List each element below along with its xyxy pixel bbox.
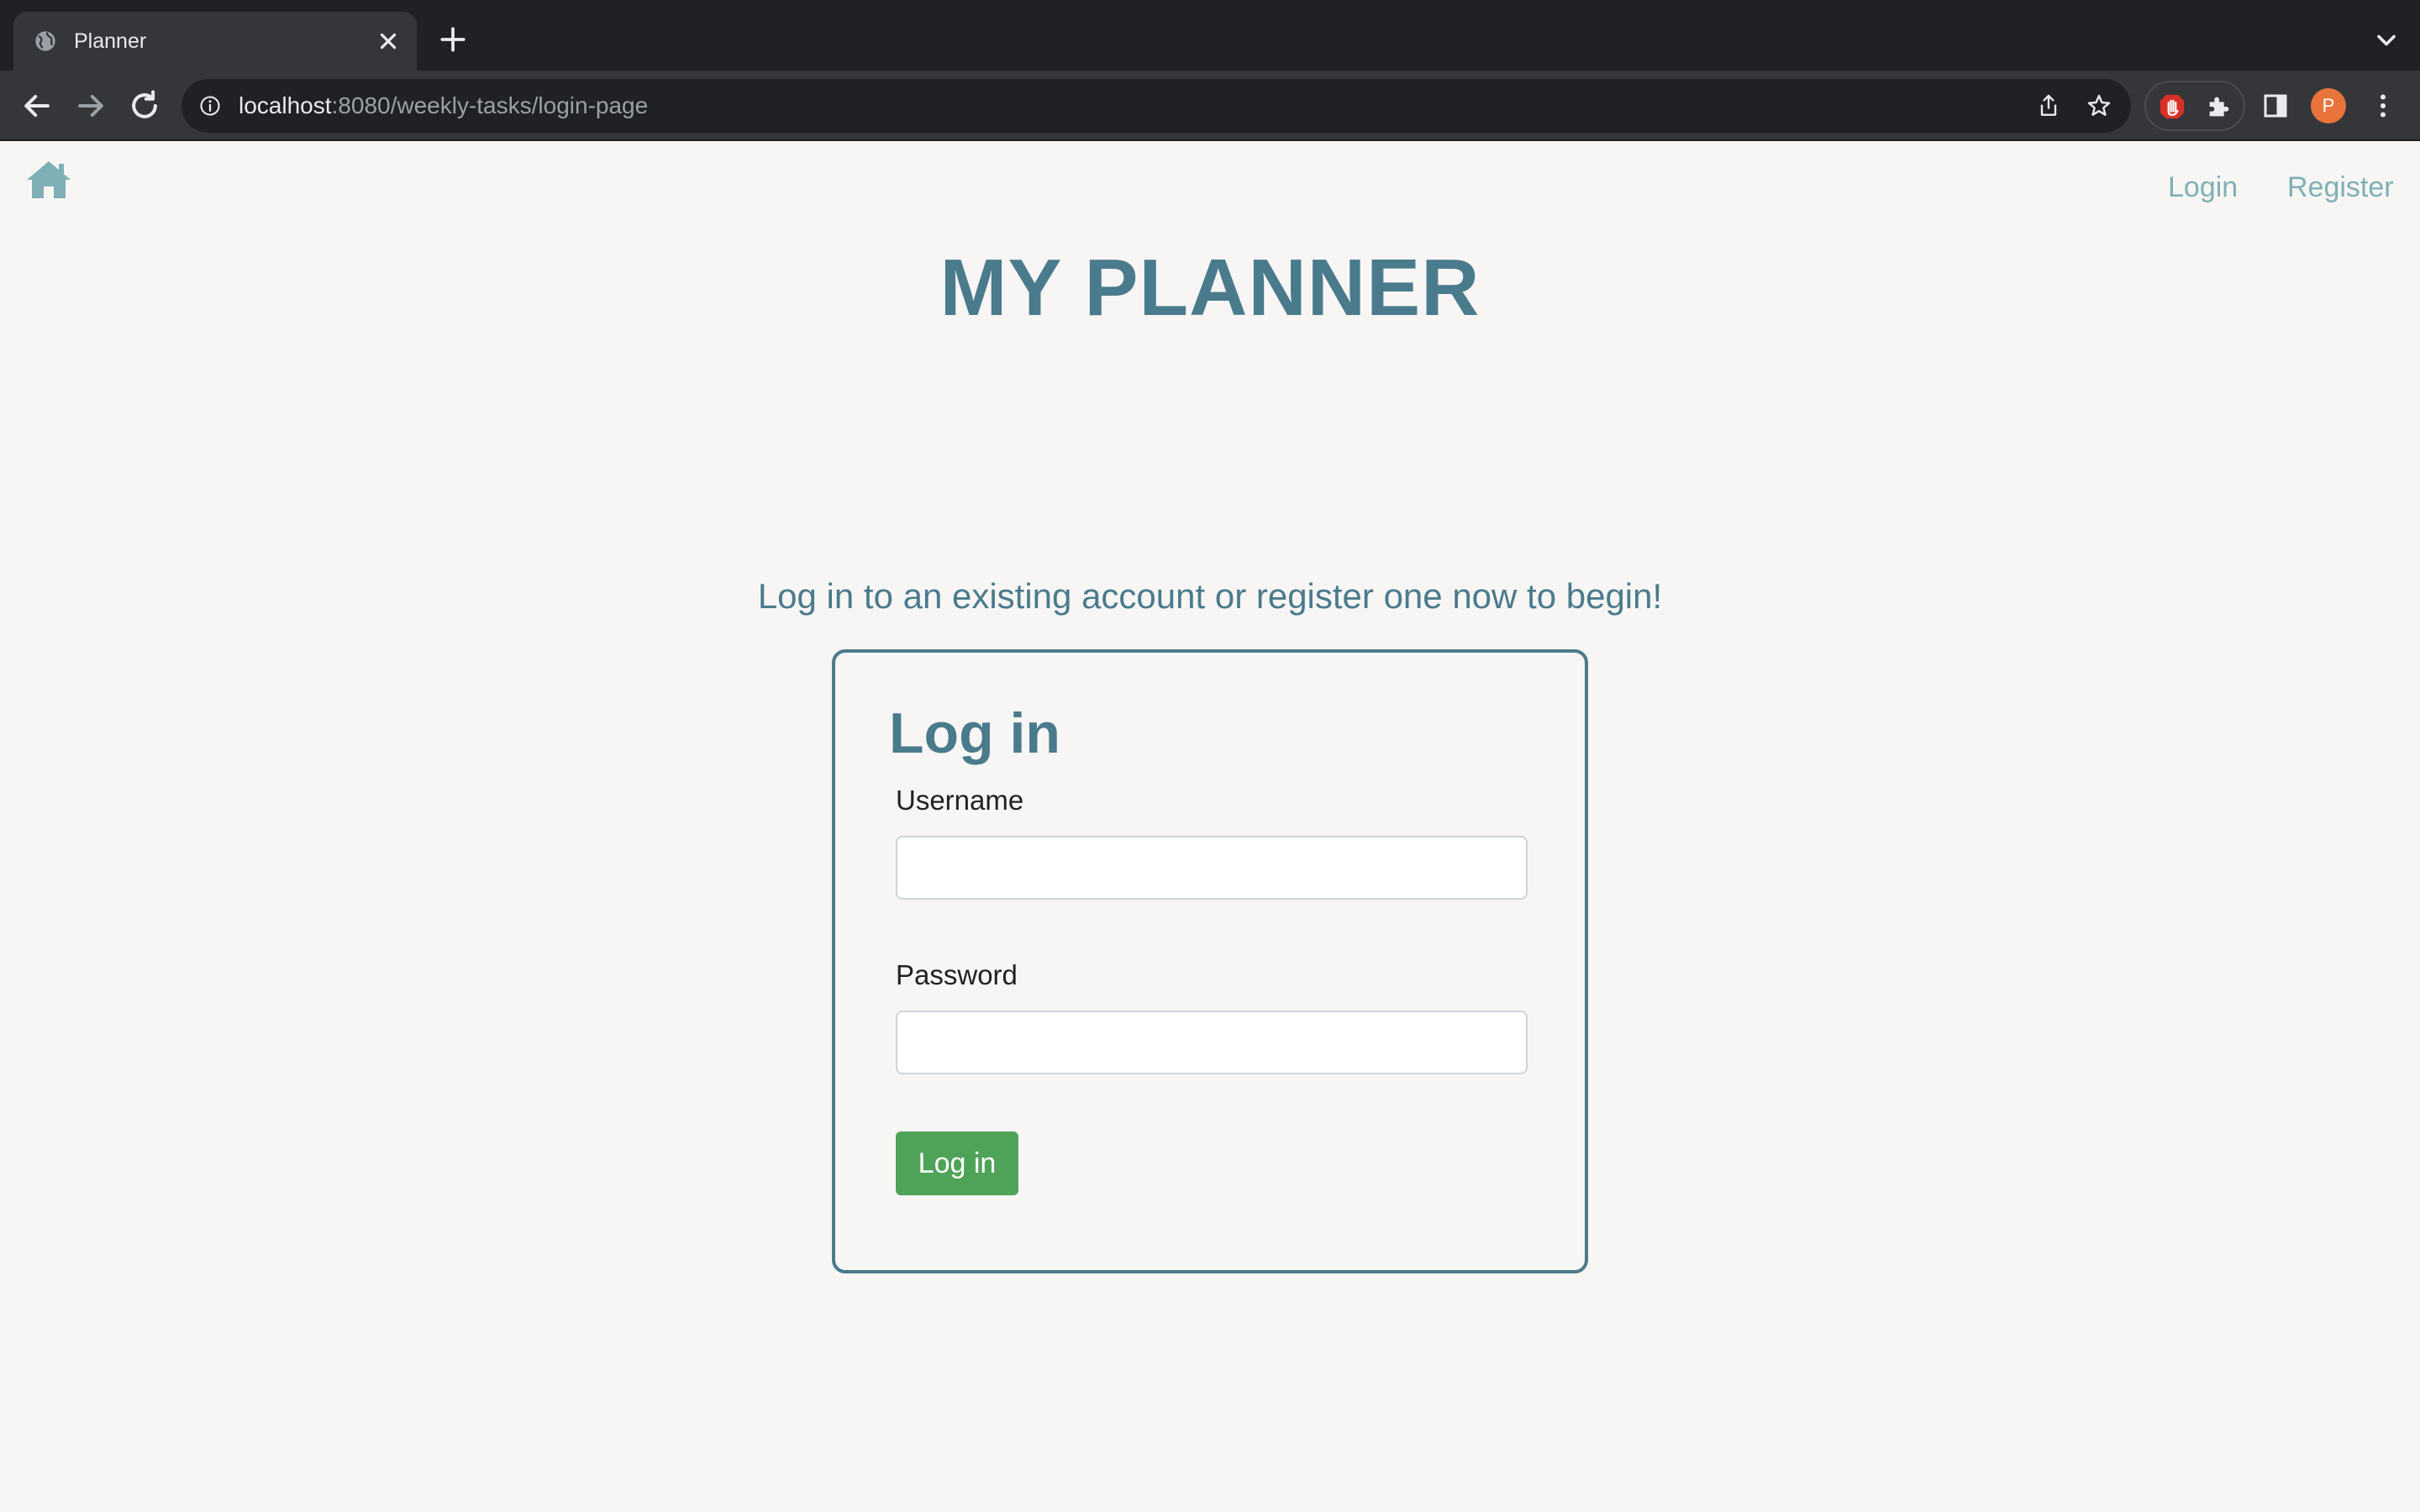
stop-hand-extension-icon[interactable]	[2158, 92, 2186, 121]
puzzle-extensions-icon[interactable]	[2205, 92, 2233, 121]
forward-arrow-icon[interactable]	[72, 87, 109, 124]
browser-tab[interactable]: Planner	[13, 12, 417, 71]
login-submit-button[interactable]: Log in	[896, 1131, 1018, 1195]
side-panel-icon[interactable]	[2260, 91, 2291, 121]
back-arrow-icon[interactable]	[18, 87, 55, 124]
chevron-down-icon[interactable]	[2371, 25, 2402, 55]
browser-toolbar: localhost:8080/weekly-tasks/login-page P	[0, 71, 2420, 141]
password-input[interactable]	[896, 1011, 1528, 1074]
url-path: :8080/weekly-tasks/login-page	[331, 92, 649, 118]
intro-text: Log in to an existing account or registe…	[757, 576, 1663, 616]
browser-tab-strip: Planner	[0, 0, 2420, 71]
share-icon[interactable]	[2035, 92, 2062, 119]
more-menu-icon[interactable]	[2368, 91, 2398, 121]
login-form-card: Log in Username Password Log in	[832, 649, 1588, 1273]
new-tab-icon[interactable]	[437, 24, 469, 55]
site-info-icon[interactable]	[198, 94, 222, 118]
password-label: Password	[896, 959, 1018, 990]
username-input[interactable]	[896, 836, 1528, 900]
nav-register-link[interactable]: Register	[2287, 168, 2394, 207]
login-heading: Log in	[889, 701, 1060, 765]
username-label: Username	[896, 785, 1024, 816]
tab-title: Planner	[74, 29, 147, 53]
extensions-group	[2144, 81, 2245, 131]
url-text[interactable]: localhost:8080/weekly-tasks/login-page	[239, 91, 648, 121]
profile-avatar[interactable]: P	[2311, 88, 2346, 123]
reload-icon[interactable]	[126, 87, 163, 124]
home-icon[interactable]	[25, 160, 72, 200]
close-tab-icon[interactable]	[373, 26, 403, 56]
globe-icon	[35, 31, 55, 51]
address-bar[interactable]: localhost:8080/weekly-tasks/login-page	[182, 79, 2131, 133]
page-title: MY PLANNER	[939, 243, 1481, 333]
nav-login-link[interactable]: Login	[2168, 168, 2238, 207]
bookmark-star-icon[interactable]	[2086, 92, 2112, 119]
url-host: localhost	[239, 92, 332, 118]
